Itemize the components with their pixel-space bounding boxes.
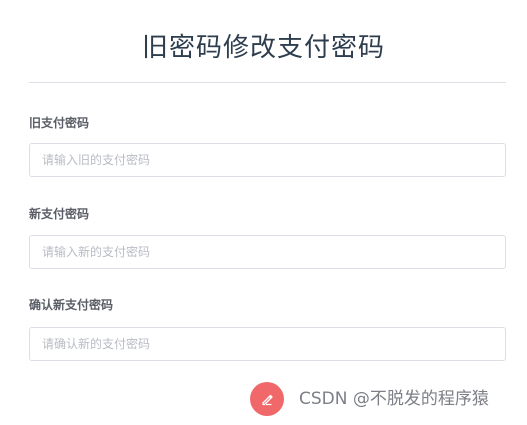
title-divider <box>29 82 506 83</box>
new-password-label: 新支付密码 <box>29 207 90 221</box>
password-change-page: 旧密码修改支付密码 旧支付密码 新支付密码 确认新支付密码 CSDN @不脱发的… <box>0 0 527 425</box>
old-password-label: 旧支付密码 <box>29 116 90 130</box>
confirm-password-input[interactable] <box>29 327 506 361</box>
csdn-watermark: CSDN @不脱发的程序猿 <box>250 382 489 416</box>
old-password-input[interactable] <box>29 143 506 177</box>
new-password-input[interactable] <box>29 235 506 269</box>
pen-icon <box>250 382 284 416</box>
page-title: 旧密码修改支付密码 <box>141 33 385 63</box>
confirm-password-label: 确认新支付密码 <box>29 298 114 312</box>
watermark-text: CSDN @不脱发的程序猿 <box>299 389 489 409</box>
